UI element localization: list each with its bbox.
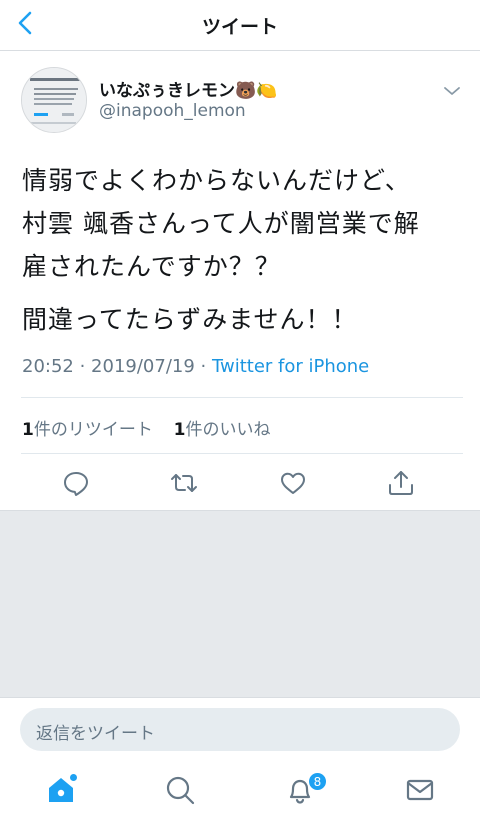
share-button[interactable] <box>386 468 416 498</box>
reply-button[interactable] <box>61 468 91 498</box>
retweet-icon <box>171 474 197 492</box>
share-icon <box>389 471 413 495</box>
like-label: 件のいいね <box>185 420 271 440</box>
tab-search[interactable] <box>163 773 197 807</box>
notifications-badge: 8 <box>308 772 327 791</box>
tweet-metadata: 20:52 · 2019/07/19 · Twitter for iPhone <box>22 356 369 377</box>
retweets-link[interactable]: 1件のリツイート <box>22 420 153 440</box>
heart-icon <box>281 472 305 494</box>
tweet-text-line: 村雲 颯香さんって人が闇営業で解 <box>22 209 420 238</box>
mail-icon <box>406 779 434 801</box>
retweet-button[interactable] <box>169 468 199 498</box>
meta-separator: · <box>194 356 212 377</box>
tweet-actions <box>0 464 480 508</box>
home-new-indicator <box>70 774 77 781</box>
like-button[interactable] <box>278 468 308 498</box>
display-name[interactable]: いなぷぅきレモン🐻🍋 <box>99 76 277 101</box>
likes-link[interactable]: 1件のいいね <box>174 420 271 440</box>
tab-messages[interactable] <box>403 773 437 807</box>
user-handle[interactable]: @inapooh_lemon <box>99 101 246 121</box>
navigation-header: ツイート <box>0 0 480 51</box>
avatar[interactable] <box>21 67 87 133</box>
tweet-time: 20:52 <box>22 356 74 377</box>
page-title: ツイート <box>201 16 278 38</box>
meta-separator: · <box>73 356 92 377</box>
tweet-source-link[interactable]: Twitter for iPhone <box>212 356 369 377</box>
engagement-counts: 1件のリツイート 1件のいいね <box>22 415 271 440</box>
divider <box>21 397 463 398</box>
reply-icon <box>64 472 88 496</box>
like-count: 1 <box>173 420 186 440</box>
reply-input[interactable]: 返信をツイート <box>20 708 460 751</box>
reply-composer: 返信をツイート <box>0 697 480 759</box>
retweet-label: 件のリツイート <box>33 420 153 440</box>
divider <box>21 453 463 454</box>
tweet-text-line: 情弱でよくわからないんだけど、 <box>22 166 411 195</box>
tweet-text-line: 雇されたんですか？？ <box>22 252 281 281</box>
tweet-text: 情弱でよくわからないんだけど、 村雲 颯香さんって人が闇営業で解 雇されたんです… <box>22 159 462 341</box>
tweet-text-line: 間違ってたらずみません！！ <box>22 305 358 334</box>
search-icon <box>166 776 195 805</box>
tweet-date: 2019/07/19 <box>91 356 195 377</box>
more-options-button[interactable] <box>442 83 462 97</box>
retweet-count: 1 <box>22 420 34 440</box>
replies-empty-area <box>0 510 480 697</box>
bottom-tab-bar: 8 <box>0 759 480 823</box>
avatar-image <box>22 68 86 132</box>
chevron-down-icon <box>444 87 460 95</box>
